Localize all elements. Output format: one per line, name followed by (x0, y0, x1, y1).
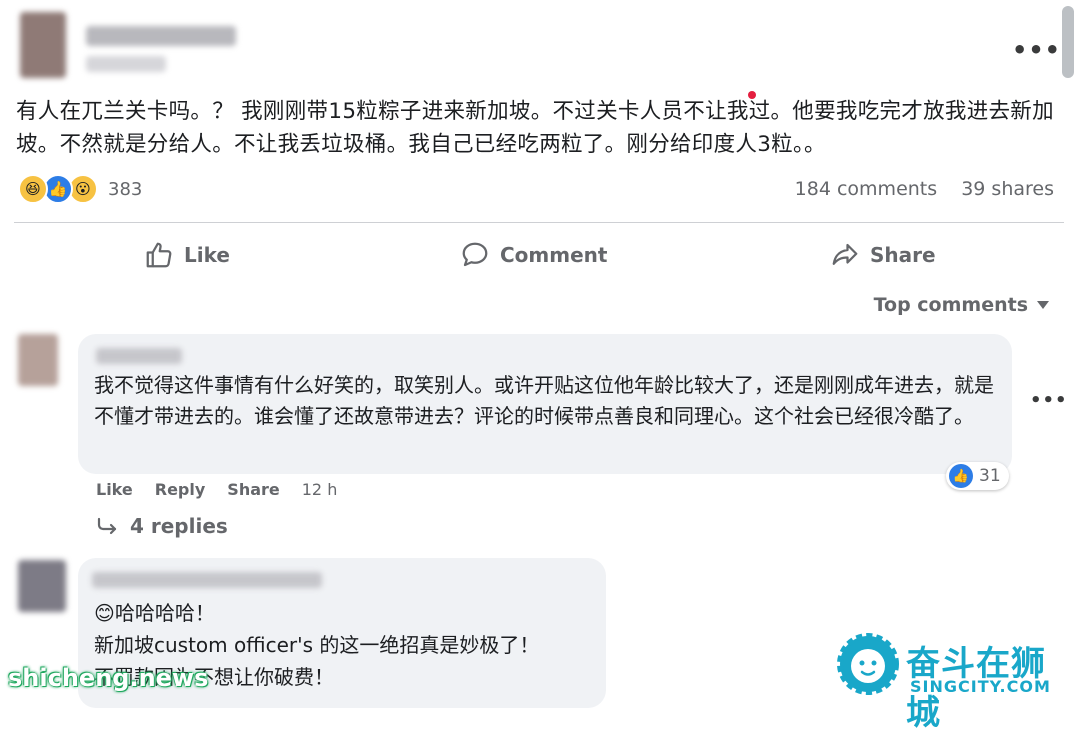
like-button-label: Like (184, 243, 230, 267)
comment-icon (462, 242, 488, 267)
divider (14, 222, 1064, 223)
comment-button[interactable]: Comment (460, 236, 607, 274)
comment-more-options-icon[interactable]: ••• (1030, 390, 1068, 411)
post-author-name[interactable] (86, 26, 236, 46)
share-icon (832, 243, 858, 265)
comment-timestamp[interactable]: 12 h (302, 480, 338, 499)
comment-text: 我不觉得这件事情有什么好笑的，取笑别人。或许开贴这位他年龄比较大了，还是刚刚成年… (94, 373, 994, 428)
commenter-avatar[interactable] (18, 560, 66, 612)
cursor-marker (748, 91, 756, 99)
comment-sort-label: Top comments (873, 294, 1028, 316)
comment-reply-link[interactable]: Reply (155, 480, 206, 499)
comment-sort-dropdown[interactable]: Top comments (874, 294, 1050, 316)
reply-arrow-icon (97, 517, 117, 535)
post-meta (86, 56, 166, 72)
share-button[interactable]: Share (830, 236, 936, 274)
post-author-avatar[interactable] (20, 12, 66, 78)
lion-logo-icon (837, 633, 899, 695)
reaction-summary[interactable]: 😆 👍 😮 383 (18, 173, 142, 205)
commenter-avatar[interactable] (18, 334, 58, 386)
post-stats: 184 comments 39 shares (795, 178, 1054, 200)
thumbs-up-icon (146, 242, 172, 268)
comment-button-label: Comment (500, 243, 608, 267)
comment-share-link[interactable]: Share (227, 480, 279, 499)
scrollbar[interactable] (1062, 6, 1074, 78)
like-button[interactable]: Like (144, 236, 230, 274)
watermark-left: shicheng.news (8, 664, 209, 692)
post-more-options-icon[interactable]: ••• (1012, 36, 1061, 64)
comment-reaction-badge[interactable]: 👍 31 (946, 462, 1009, 490)
reaction-count: 383 (108, 178, 143, 200)
caret-down-icon (1037, 301, 1049, 309)
watermark-right-subtitle: SINGCITY.COM (910, 677, 1051, 696)
replies-count: 4 replies (130, 514, 228, 538)
comments-count[interactable]: 184 comments (795, 178, 937, 200)
comment-actions: Like Reply Share 12 h (96, 480, 337, 499)
comment-like-link[interactable]: Like (96, 480, 133, 499)
comment-reaction-count: 31 (979, 466, 1001, 486)
view-replies-link[interactable]: 4 replies (96, 514, 228, 538)
commenter-name[interactable] (96, 348, 182, 364)
like-reaction-icon: 👍 (949, 464, 973, 488)
share-button-label: Share (870, 243, 936, 267)
commenter-name[interactable] (92, 572, 322, 588)
comment-text-line: 😊哈哈哈哈！ (94, 601, 215, 625)
post-text: 有人在兀兰关卡吗。？ 我刚刚带15粒粽子进来新加坡。不过关卡人员不让我过。他要我… (16, 99, 1054, 157)
shares-count[interactable]: 39 shares (961, 178, 1054, 200)
haha-reaction-icon: 😆 (18, 174, 48, 204)
comment-text-line: 新加坡custom officer's 的这一绝招真是妙极了！ (94, 633, 540, 657)
